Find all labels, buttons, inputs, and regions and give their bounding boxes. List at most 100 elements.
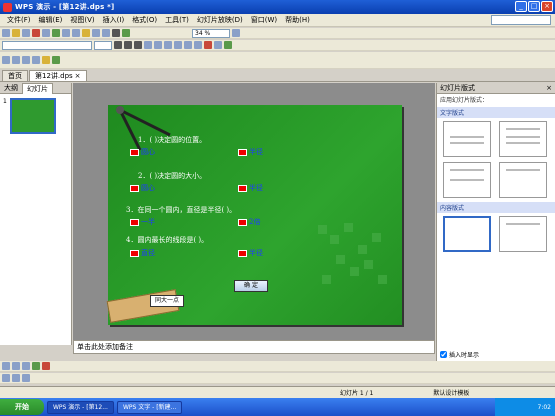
save-icon[interactable] — [22, 29, 30, 37]
task-wps-writer[interactable]: WPS 文字 - [新建... — [116, 400, 183, 414]
menu-file[interactable]: 文件(F) — [3, 15, 35, 25]
preview-icon[interactable] — [42, 29, 50, 37]
title-bar: WPS 演示 - [第12讲.dps *] _ □ × — [0, 0, 555, 14]
menu-tools[interactable]: 工具(T) — [161, 15, 193, 25]
zoom-select[interactable]: 34 % — [192, 28, 230, 38]
shadow-icon[interactable] — [144, 41, 152, 49]
slide-thumbnail[interactable] — [10, 98, 56, 134]
taskbar: 开始 WPS 演示 - [第12... WPS 文字 - [新建... 7:02 — [0, 398, 555, 416]
bullets-icon[interactable] — [194, 41, 202, 49]
draw-menu-icon[interactable] — [2, 362, 10, 370]
option-radius-2[interactable]: 半径 — [238, 183, 263, 193]
select-icon[interactable] — [12, 362, 20, 370]
paste-icon[interactable] — [82, 29, 90, 37]
open-icon[interactable] — [12, 29, 20, 37]
minimize-button[interactable]: _ — [515, 1, 527, 12]
autoshape-icon[interactable] — [22, 362, 30, 370]
layout-two-col[interactable] — [443, 162, 491, 198]
underline-icon[interactable] — [134, 41, 142, 49]
option-diameter[interactable]: 直径 — [130, 248, 155, 258]
menu-view[interactable]: 视图(V) — [66, 15, 98, 25]
layout-title[interactable] — [443, 121, 491, 157]
option-radius-1[interactable]: 半径 — [238, 147, 263, 157]
align-right-icon[interactable] — [174, 41, 182, 49]
table-icon[interactable] — [112, 29, 120, 37]
tab-home[interactable]: 首页 — [2, 70, 28, 81]
wps-app-icon — [3, 2, 12, 12]
copy-icon[interactable] — [72, 29, 80, 37]
menu-edit[interactable]: 编辑(E) — [35, 15, 67, 25]
show-on-insert-checkbox[interactable] — [440, 351, 447, 358]
spellcheck-icon[interactable] — [52, 29, 60, 37]
rotate-icon[interactable] — [2, 374, 10, 382]
fill-color-icon[interactable] — [32, 362, 40, 370]
slide-number: 1 — [3, 98, 7, 105]
menu-format[interactable]: 格式(O) — [128, 15, 161, 25]
option-circle-center-1[interactable]: 圆心 — [130, 147, 155, 157]
slide[interactable]: 1．( )决定圆的位置。 圆心 半径 2．( )决定圆的大小。 圆心 半径 3．… — [106, 105, 402, 325]
start-button[interactable]: 开始 — [0, 399, 44, 415]
confirm-button[interactable]: 确 定 — [234, 280, 268, 292]
task-wps-presentation[interactable]: WPS 演示 - [第12... — [47, 400, 114, 414]
close-button[interactable]: × — [541, 1, 553, 12]
italic-icon[interactable] — [124, 41, 132, 49]
option-radius-4[interactable]: 半径 — [238, 248, 263, 258]
option-half[interactable]: 一半 — [130, 217, 155, 227]
chart-icon[interactable] — [122, 29, 130, 37]
arrow-style-icon[interactable] — [22, 374, 30, 382]
menu-window[interactable]: 窗口(W) — [247, 15, 281, 25]
layout-blank[interactable] — [443, 216, 491, 252]
redo-icon[interactable] — [102, 29, 110, 37]
help-icon[interactable] — [232, 29, 240, 37]
status-bar: 幻灯片 1 / 1 默认设计模板 — [0, 386, 555, 398]
print-icon[interactable] — [32, 29, 40, 37]
layout-content[interactable] — [499, 216, 547, 252]
clock: 7:02 — [537, 403, 551, 411]
layout-title-text[interactable] — [499, 121, 547, 157]
tab-document[interactable]: 第12讲.dps × — [29, 70, 87, 81]
tab-outline[interactable]: 大纲 — [0, 83, 22, 93]
option-circle-center-2[interactable]: 圆心 — [130, 183, 155, 193]
hint-button[interactable]: 同大一点 — [150, 295, 184, 307]
close-tab-icon[interactable]: × — [75, 71, 81, 81]
rect-icon[interactable] — [22, 56, 30, 64]
cut-icon[interactable] — [62, 29, 70, 37]
numbering-icon[interactable] — [184, 41, 192, 49]
design-icon[interactable] — [214, 41, 222, 49]
align-center-icon[interactable] — [164, 41, 172, 49]
tab-slides[interactable]: 幻灯片 — [22, 82, 53, 94]
dash-style-icon[interactable] — [12, 374, 20, 382]
help-search-box[interactable] — [491, 15, 551, 25]
maximize-button[interactable]: □ — [528, 1, 540, 12]
align-left-icon[interactable] — [154, 41, 162, 49]
format-toolbar — [0, 40, 555, 51]
bold-icon[interactable] — [114, 41, 122, 49]
layout-title-only[interactable] — [499, 162, 547, 198]
option-double[interactable]: 2倍 — [238, 217, 260, 227]
font-name-select[interactable] — [2, 40, 92, 50]
line-icon[interactable] — [12, 56, 20, 64]
new-icon[interactable] — [2, 29, 10, 37]
font-color-icon[interactable] — [204, 41, 212, 49]
standard-toolbar: 34 % — [0, 28, 555, 39]
line-color-icon[interactable] — [42, 362, 50, 370]
undo-icon[interactable] — [92, 29, 100, 37]
layout-task-pane: 幻灯片版式 × 应用幻灯片版式： 文字版式 内容版式 插入时显示 — [436, 83, 555, 361]
menu-insert[interactable]: 插入(I) — [99, 15, 129, 25]
menu-slideshow[interactable]: 幻灯片放映(D) — [193, 15, 247, 25]
new-slide-icon[interactable] — [224, 41, 232, 49]
arrow-icon[interactable] — [2, 56, 10, 64]
drawing-toolbar — [0, 361, 555, 372]
textbox-icon[interactable] — [42, 56, 50, 64]
drawing-toolbar-2 — [0, 373, 555, 384]
font-size-select[interactable] — [94, 40, 112, 50]
task-pane-title: 幻灯片版式 — [440, 84, 475, 92]
menu-help[interactable]: 帮助(H) — [281, 15, 314, 25]
picture-icon[interactable] — [52, 56, 60, 64]
oval-icon[interactable] — [32, 56, 40, 64]
content-layouts-header: 内容版式 — [437, 202, 555, 213]
document-tabs: 首页 第12讲.dps × — [0, 70, 555, 82]
slide-count: 幻灯片 1 / 1 — [340, 390, 374, 397]
notes-pane[interactable]: 单击此处添加备注 — [73, 340, 435, 354]
close-pane-icon[interactable]: × — [546, 83, 552, 94]
